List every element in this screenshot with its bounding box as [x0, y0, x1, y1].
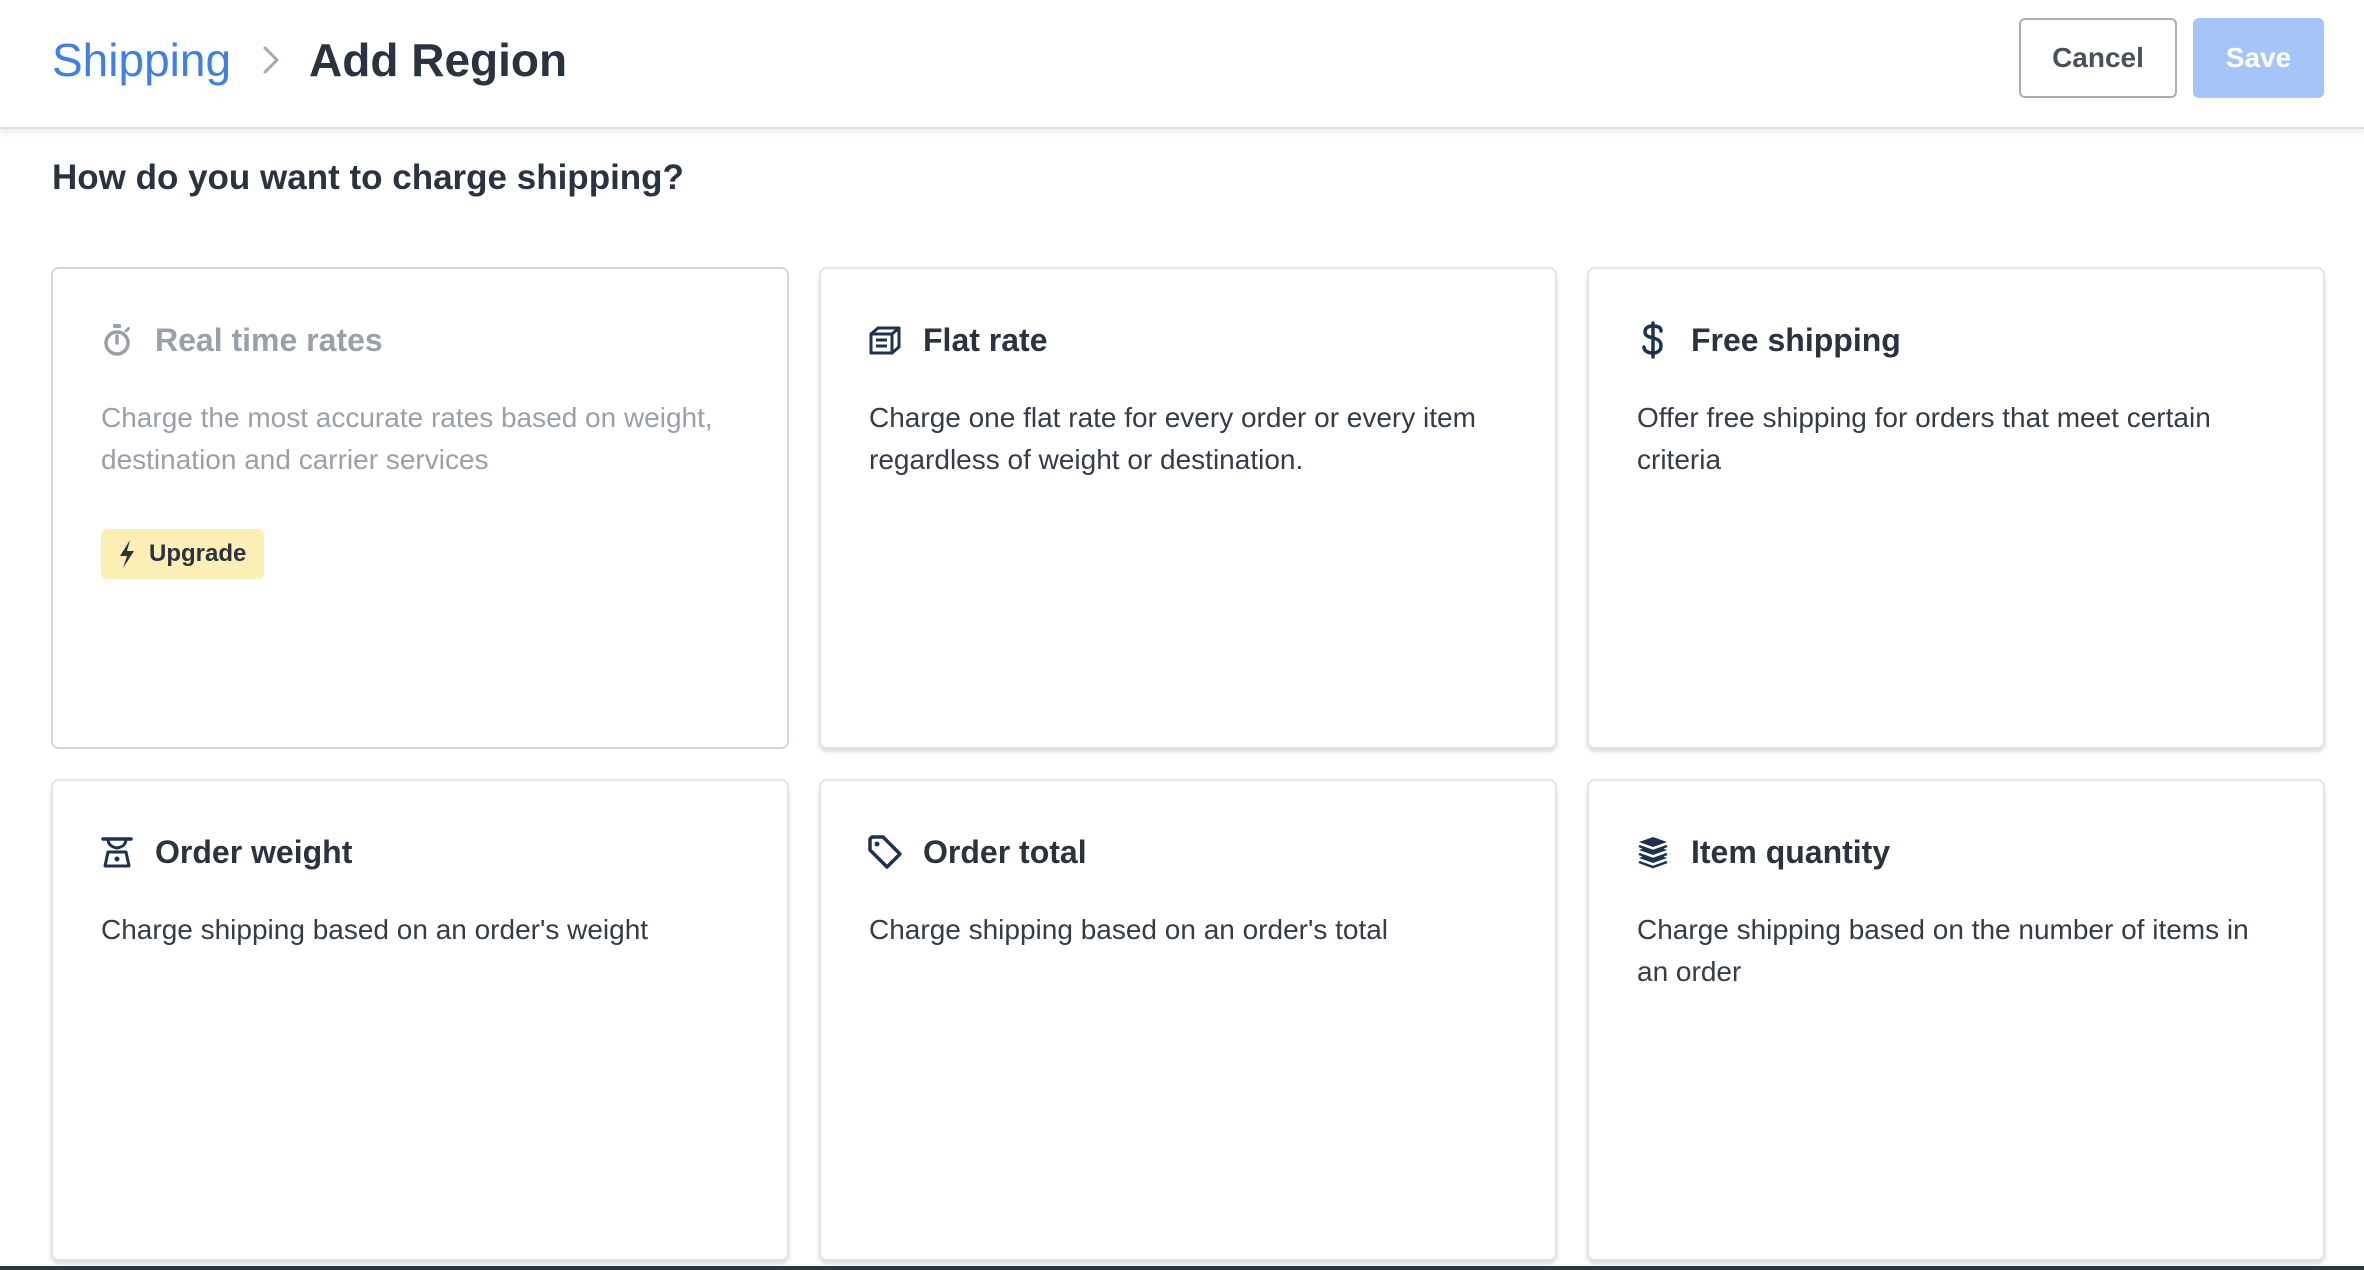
card-description: Charge one flat rate for every order or …	[869, 402, 1476, 475]
option-card-order-weight[interactable]: Order weight Charge shipping based on an…	[51, 779, 789, 1261]
card-header: Order total	[867, 829, 1087, 875]
chevron-right-icon	[263, 46, 279, 74]
card-description: Charge the most accurate rates based on …	[101, 402, 713, 475]
option-card-real-time-rates[interactable]: Real time rates Charge the most accurate…	[51, 267, 789, 749]
bottom-edge-divider	[0, 1266, 2364, 1270]
card-header: Order weight	[99, 829, 352, 875]
card-description: Charge shipping based on the number of i…	[1637, 914, 2249, 987]
stopwatch-icon	[99, 320, 135, 360]
box-icon	[867, 320, 903, 360]
option-card-flat-rate[interactable]: Flat rate Charge one flat rate for every…	[819, 267, 1557, 749]
card-title: Flat rate	[923, 321, 1048, 358]
card-header: Real time rates	[99, 317, 383, 363]
card-title: Order total	[923, 833, 1087, 870]
option-card-order-total[interactable]: Order total Charge shipping based on an …	[819, 779, 1557, 1261]
card-title: Order weight	[155, 833, 353, 870]
card-title: Free shipping	[1691, 321, 1901, 358]
card-header: Free shipping	[1635, 317, 1901, 363]
charge-question-heading: How do you want to charge shipping?	[52, 158, 684, 197]
scale-icon	[99, 832, 135, 872]
upgrade-label: Upgrade	[149, 540, 247, 567]
dollar-icon	[1635, 320, 1671, 360]
save-button[interactable]: Save	[2193, 18, 2324, 98]
page-title: Add Region	[309, 34, 568, 86]
option-card-item-quantity[interactable]: Item quantity Charge shipping based on t…	[1587, 779, 2325, 1261]
breadcrumb: Shipping Add Region	[52, 28, 567, 92]
card-header: Flat rate	[867, 317, 1047, 363]
card-description: Charge shipping based on an order's tota…	[869, 914, 1389, 945]
card-title: Real time rates	[155, 321, 383, 358]
cancel-button[interactable]: Cancel	[2019, 18, 2177, 98]
card-title: Item quantity	[1691, 833, 1891, 870]
upgrade-badge[interactable]: Upgrade	[101, 529, 265, 579]
card-description: Charge shipping based on an order's weig…	[101, 914, 649, 945]
card-description: Offer free shipping for orders that meet…	[1637, 402, 2211, 475]
lightning-bolt-icon	[120, 540, 134, 568]
breadcrumb-shipping-link[interactable]: Shipping	[52, 33, 231, 87]
stack-icon	[1635, 832, 1671, 872]
tag-icon	[867, 832, 903, 872]
card-header: Item quantity	[1635, 829, 1890, 875]
option-card-free-shipping[interactable]: Free shipping Offer free shipping for or…	[1587, 267, 2325, 749]
top-bar: Shipping Add Region Cancel Save	[0, 0, 2364, 129]
